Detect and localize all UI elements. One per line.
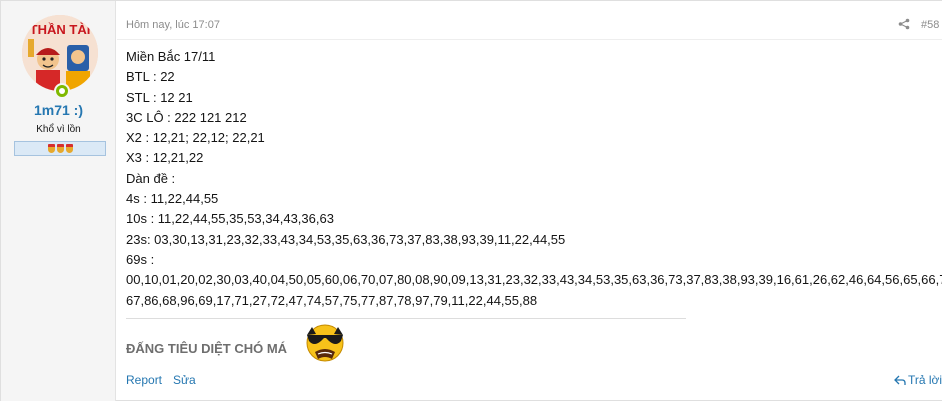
post-line: 69s : [126,251,155,267]
username[interactable]: 1m71 :) [1,102,116,118]
signature-divider [126,318,686,319]
post-line: 3C LÔ : 222 121 212 [126,109,247,125]
medal-icon [56,144,64,154]
reply-button[interactable]: Trả lời [894,373,942,387]
avatar-caption: THẦN TÀI [30,22,91,37]
post-line: 23s: 03,30,13,31,23,32,33,43,34,53,35,63… [126,231,566,247]
post-line: Miền Bắc 17/11 [126,49,216,64]
post-line: BTL : 22 [126,69,175,85]
user-title: Khổ vì lồn [36,124,81,135]
header-divider [117,39,942,40]
share-icon[interactable] [898,18,910,30]
reply-icon [894,375,906,385]
edit-link[interactable]: Sửa [173,373,196,387]
post-body: Miền Bắc 17/11 BTL : 22 STL : 12 21 3C LÔ :… [126,47,942,311]
post-line: 4s : 11,22,44,55 [126,191,219,207]
signature-text: ĐẤNG TIÊU DIỆT CHÓ MÁ [126,341,288,356]
reply-label: Trả lời [908,373,942,387]
user-sidebar: THẦN TÀI 1m71 :) Khổ vì lồn [1,1,116,401]
post-line: 00,10,01,20,02,30,03,40,04,50,05,60,06,7… [126,272,942,288]
message-post: THẦN TÀI 1m71 :) Khổ vì lồn Hôm nay, lúc… [0,0,942,401]
post-line: X2 : 12,21; 22,12; 22,21 [126,130,265,146]
medal-icon [47,144,55,154]
user-banner [14,141,106,156]
avatar[interactable]: THẦN TÀI [22,15,98,91]
post-line: 10s : 11,22,44,55,35,53,34,43,36,63 [126,211,334,227]
post-number[interactable]: #58 [921,19,939,31]
post-line: STL : 12 21 [126,89,193,105]
report-link[interactable]: Report [126,373,162,387]
post-line: X3 : 12,21,22 [126,150,204,166]
medal-icon [65,144,73,154]
post-date[interactable]: Hôm nay, lúc 17:07 [126,19,220,31]
sunglasses-emoji-icon [306,324,344,362]
avatar-image: THẦN TÀI [22,15,98,91]
post-line: Dàn đề : [126,170,176,186]
online-status-icon [54,83,70,99]
post-line: 67,86,68,96,69,17,71,27,72,47,74,57,75,7… [126,292,538,308]
